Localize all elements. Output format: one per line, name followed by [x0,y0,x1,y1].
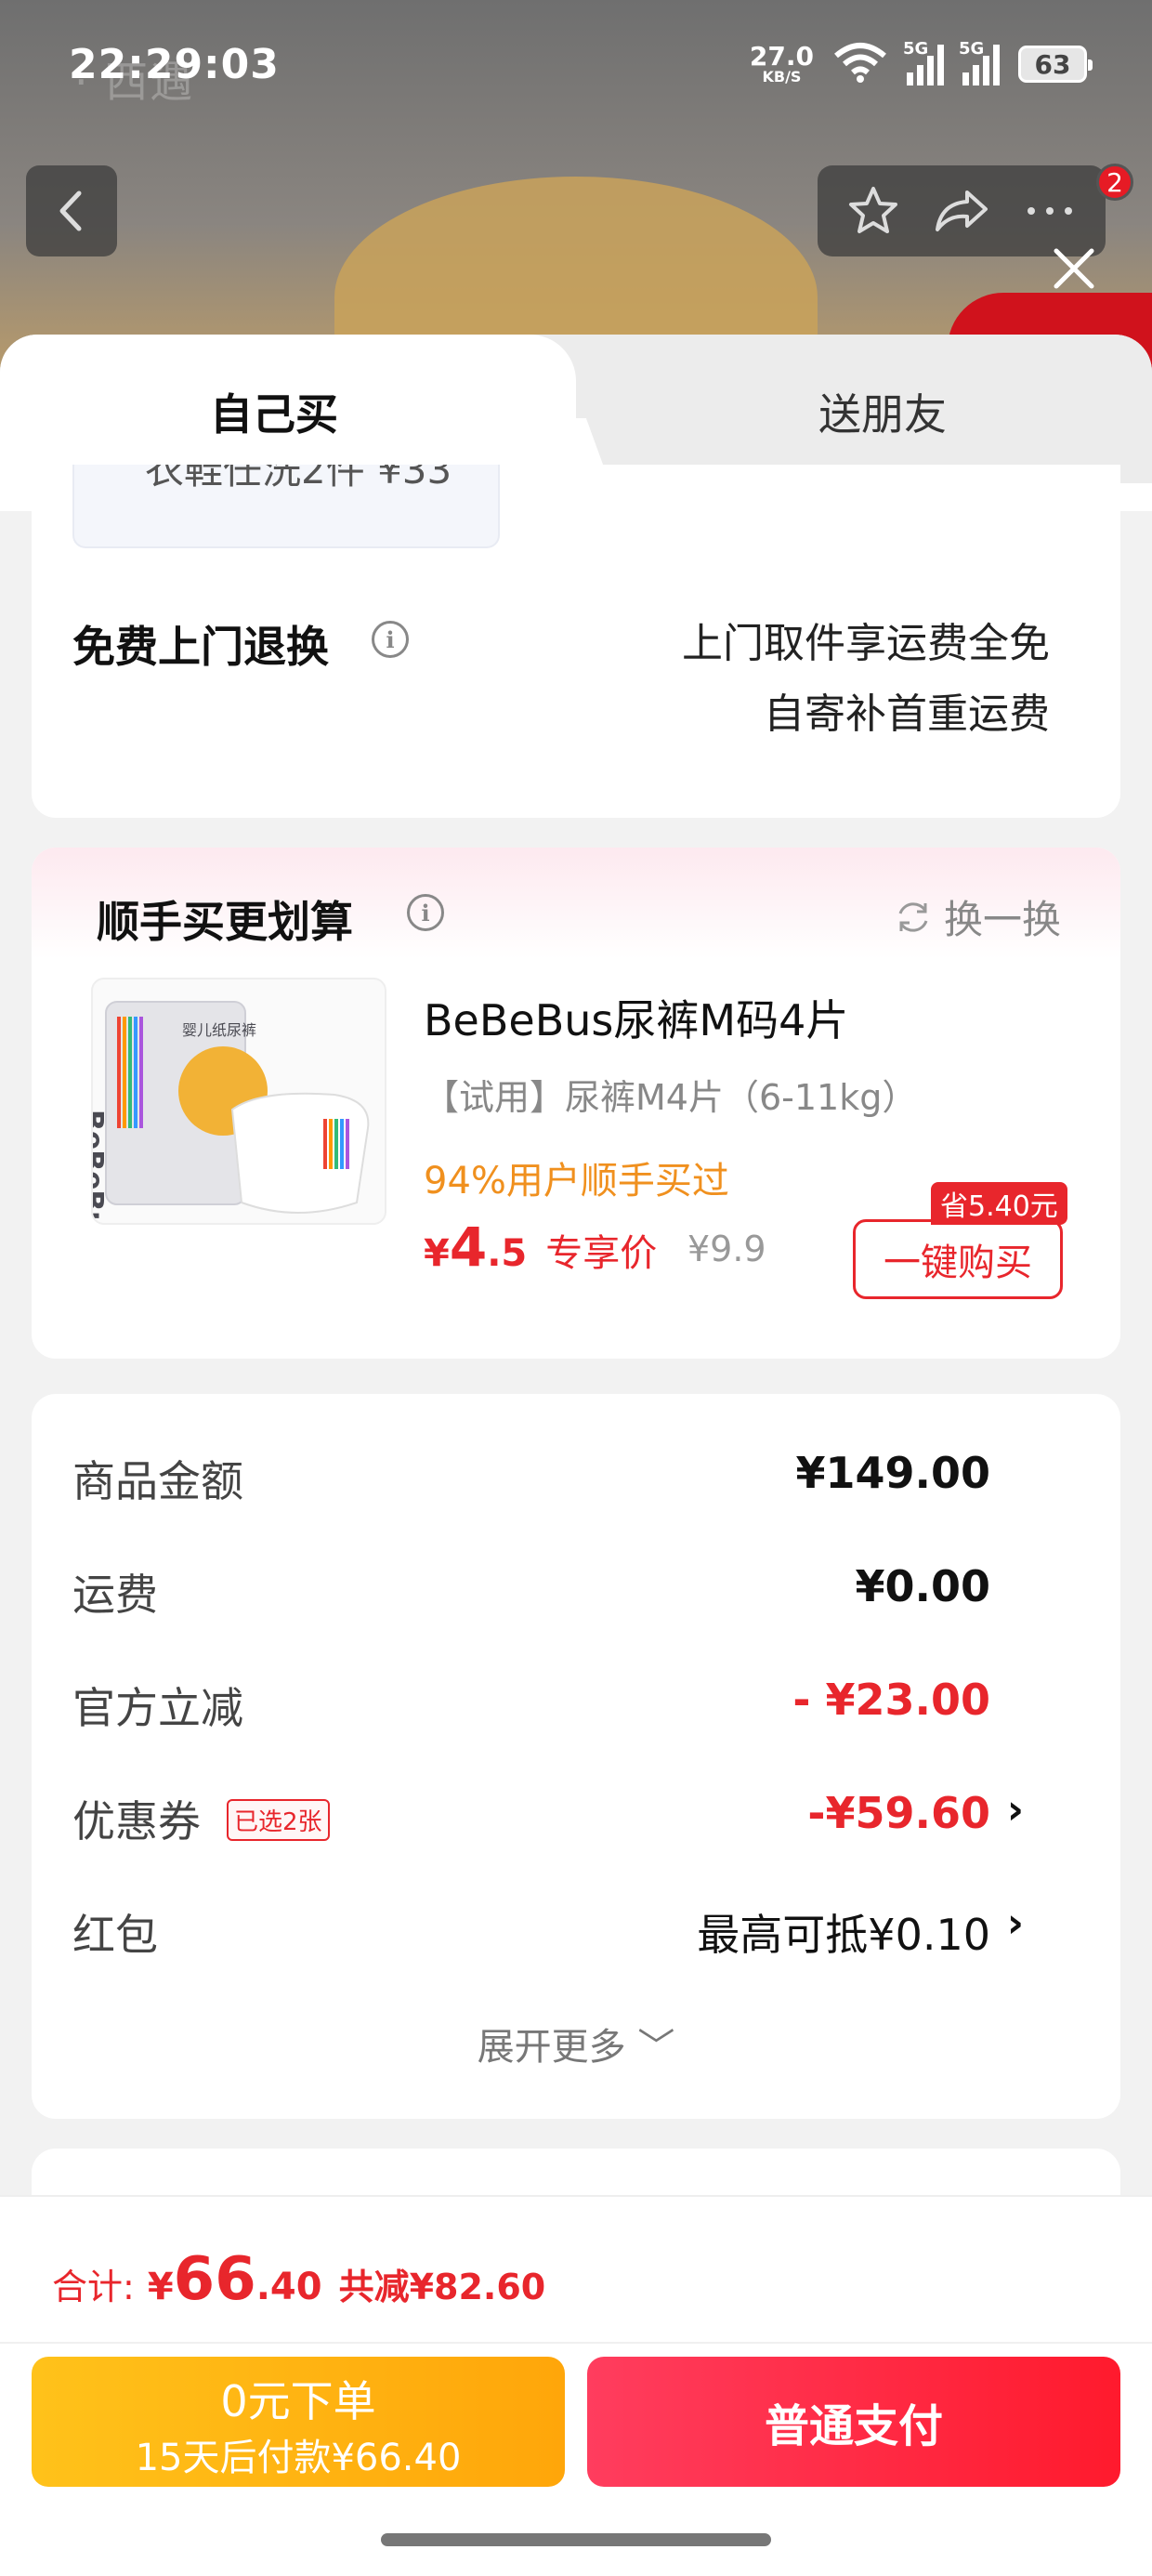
total-price: 合计: ¥ 66 .40 共减¥82.60 [52,2245,545,2314]
signal-icon-2: 5G [959,39,1000,85]
deal-price-tag: 专享价 [545,1232,658,1275]
tab-buy-for-self[interactable]: 自己买 [0,381,548,442]
deal-price-currency: ¥ [424,1232,450,1275]
laundry-service-chip[interactable]: 衣鞋任洗2件 ¥33 [72,465,500,548]
product-package-title: 婴儿纸尿裤 [182,1021,256,1039]
deal-price: ¥ 4 .5 专享价 [424,1216,657,1279]
checkout-bar: 合计: ¥ 66 .40 共减¥82.60 0元下单 15天后付款¥66.40 … [0,2195,1152,2576]
price-summary-card: 商品金额 ¥149.00 运费 ¥0.00 官方立减 - ¥23.00 优惠券 … [32,1394,1120,2119]
total-currency: ¥ [147,2266,174,2308]
tab-send-to-friend[interactable]: 送朋友 [613,381,1152,442]
status-bar: 22:29:03 27.0 KB/S 5G 5G 63 [0,0,1152,139]
signal-icon: 5G [903,39,944,85]
notification-badge: 2 [1096,164,1133,201]
swap-label: 换一换 [943,897,1061,942]
coupon-selected-badge: 已选2张 [227,1799,330,1841]
chevron-right-icon[interactable]: › [1007,1899,1024,1947]
divider [0,2342,1152,2344]
pay-later-button[interactable]: 0元下单 15天后付款¥66.40 [32,2357,565,2487]
signal-1-label: 5G [903,39,929,59]
pay-later-subtitle: 15天后付款¥66.40 [135,2437,462,2479]
status-time: 22:29:03 [69,41,280,88]
normal-pay-button[interactable]: 普通支付 [587,2357,1120,2487]
deal-price-integer: 4 [449,1216,488,1279]
expand-more-button[interactable]: 展开更多 ﹀ [32,2017,1120,2070]
wifi-icon [832,41,888,87]
product-package-brand: BeBeBus [93,1110,109,1225]
shipping-label: 运费 [72,1570,158,1620]
network-speed-value: 27.0 [749,41,814,72]
swap-button[interactable]: 换一换 [894,888,1061,945]
subtotal-value: ¥149.00 [795,1448,990,1498]
deal-title: 顺手买更划算 [97,897,353,947]
one-click-buy-button[interactable]: 一键购买 [853,1219,1063,1299]
chevron-right-icon[interactable]: › [1007,1786,1024,1833]
total-integer: 66 [173,2245,256,2314]
red-packet-value[interactable]: 最高可抵¥0.10 [697,1901,990,1963]
return-service-card: 衣鞋任洗2件 ¥33 免费上门退换 i 上门取件享运费全免 自寄补首重运费 [32,465,1120,818]
battery-icon: 63 [1018,46,1093,83]
pay-later-title: 0元下单 [220,2376,376,2426]
laundry-service-chip-text: 衣鞋任洗2件 ¥33 [145,465,452,493]
total-decimal: .40 [255,2266,322,2308]
back-button[interactable] [26,165,117,256]
deal-original-price: ¥9.9 [687,1229,766,1269]
close-icon[interactable] [1045,240,1103,297]
savings-badge: 省5.40元 [931,1182,1067,1225]
red-packet-label[interactable]: 红包 [72,1901,158,1963]
network-speed-unit: KB/S [762,68,802,85]
share-icon[interactable] [924,174,999,248]
signal-2-label: 5G [959,39,985,59]
deal-info-icon[interactable]: i [407,894,444,931]
status-icons: 27.0 KB/S 5G 5G 63 [750,39,1093,87]
coupon-label[interactable]: 优惠券 [72,1788,201,1849]
home-indicator[interactable] [381,2533,771,2546]
refresh-icon [898,901,928,932]
official-discount-value: - ¥23.00 [792,1675,990,1725]
official-discount-label: 官方立减 [72,1683,243,1733]
subtotal-label: 商品金额 [72,1456,243,1506]
return-service-line-2: 自寄补首重运费 [764,690,1050,738]
info-icon[interactable]: i [372,621,409,658]
deal-product-name[interactable]: BeBeBus尿裤M码4片 [424,987,848,1048]
total-reduction: 共减¥82.60 [338,2267,546,2307]
add-on-deal-card: 顺手买更划算 i 换一换 BeBeBus 婴儿纸尿裤 BeBeBus尿裤M码4片… [32,848,1120,1359]
deal-product-subtitle: 【试用】尿裤M4片（6-11kg） [424,1077,918,1118]
shipping-value: ¥0.00 [855,1561,990,1611]
chevron-left-icon [59,191,82,231]
total-label: 合计: [52,2267,135,2307]
deal-bought-rate: 94%用户顺手买过 [424,1160,729,1203]
network-speed: 27.0 KB/S [750,44,814,85]
return-service-line-1: 上门取件享运费全免 [682,620,1050,667]
purchase-tabs: 自己买 送朋友 [0,335,1152,493]
coupon-value[interactable]: -¥59.60 [807,1788,990,1838]
star-icon[interactable] [836,174,910,248]
more-icon[interactable] [1013,174,1087,248]
deal-price-decimal: .5 [487,1232,528,1275]
return-service-label: 免费上门退换 [72,622,329,672]
product-thumbnail[interactable]: BeBeBus 婴儿纸尿裤 [91,978,386,1225]
